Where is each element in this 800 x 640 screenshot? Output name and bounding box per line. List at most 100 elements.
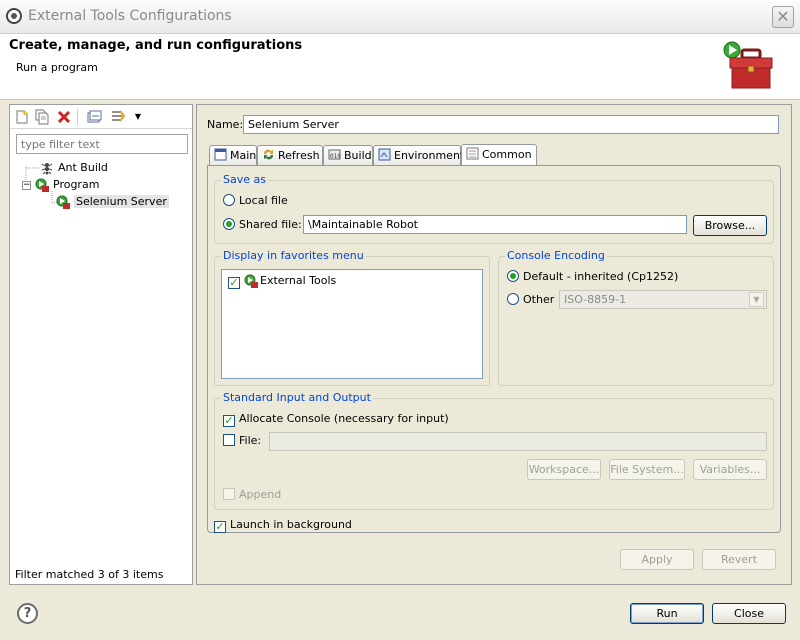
header-title: Create, manage, and run configurations xyxy=(9,38,303,53)
launch-background-label: Launch in background xyxy=(230,518,352,531)
tab-environment[interactable]: Environment xyxy=(373,145,465,165)
other-encoding-radio-indicator[interactable] xyxy=(507,293,519,305)
tab-label: Common xyxy=(482,148,532,161)
favorite-checkbox[interactable]: ✓ xyxy=(228,277,240,289)
shared-file-label: Shared file: xyxy=(239,218,302,231)
favorite-external-tools[interactable]: ✓ External Tools xyxy=(228,274,336,289)
allocate-console-checkbox[interactable]: ✓ Allocate Console (necessary for input) xyxy=(223,412,449,427)
favorites-list: ✓ External Tools xyxy=(221,269,483,379)
launch-background-check-indicator[interactable]: ✓ xyxy=(214,521,226,533)
default-encoding-label: Default - inherited (Cp1252) xyxy=(523,270,679,283)
configuration-list-pane: ▼ Ant Build − Program Selenium Server Fi… xyxy=(9,104,193,585)
allocate-console-label: Allocate Console (necessary for input) xyxy=(239,412,449,425)
local-file-radio[interactable]: Local file xyxy=(223,194,288,207)
variables-button[interactable]: Variables... xyxy=(693,459,767,480)
standard-io-group: Standard Input and Output ✓ Allocate Cons… xyxy=(214,391,774,510)
external-tools-icon xyxy=(244,274,258,288)
common-icon xyxy=(466,147,479,160)
tree-item-label: Ant Build xyxy=(58,161,108,174)
close-button[interactable]: Close xyxy=(712,603,786,624)
tree-item-label: Program xyxy=(53,178,100,191)
allocate-console-check-indicator[interactable]: ✓ xyxy=(223,415,235,427)
filter-input[interactable] xyxy=(16,134,188,154)
configuration-editor-pane: Name: Main Refresh 010Build Environment … xyxy=(196,104,792,585)
environment-icon xyxy=(378,148,391,161)
revert-button[interactable]: Revert xyxy=(702,549,776,570)
default-encoding-radio[interactable]: Default - inherited (Cp1252) xyxy=(507,270,678,283)
tree-item-ant-build[interactable]: Ant Build xyxy=(40,161,108,175)
append-label: Append xyxy=(239,488,282,501)
file-checkbox[interactable]: File: xyxy=(223,434,261,447)
console-encoding-title: Console Encoding xyxy=(505,249,607,262)
duplicate-icon[interactable] xyxy=(34,109,50,125)
tab-label: Refresh xyxy=(278,149,320,162)
tab-label: Environment xyxy=(394,149,465,162)
tab-refresh[interactable]: Refresh xyxy=(257,145,323,165)
console-encoding-group: Console Encoding Default - inherited (Cp… xyxy=(498,249,774,386)
name-input[interactable] xyxy=(243,115,779,134)
shared-file-input[interactable] xyxy=(303,215,687,234)
local-file-radio-indicator[interactable] xyxy=(223,194,235,206)
dropdown-arrow-icon[interactable]: ▼ xyxy=(130,109,146,125)
favorites-title: Display in favorites menu xyxy=(221,249,366,262)
tab-main[interactable]: Main xyxy=(209,145,257,165)
file-input[interactable] xyxy=(269,432,767,451)
tab-label: Build xyxy=(344,149,372,162)
dialog-header: Create, manage, and run configurations R… xyxy=(0,34,800,100)
local-file-label: Local file xyxy=(239,194,288,207)
apply-button[interactable]: Apply xyxy=(620,549,694,570)
other-encoding-select[interactable]: ISO-8859-1 ▼ xyxy=(559,290,767,309)
filter-status: Filter matched 3 of 3 items xyxy=(15,568,164,581)
append-checkbox[interactable]: Append xyxy=(223,488,281,501)
file-check-indicator[interactable] xyxy=(223,434,235,446)
tree-item-program[interactable]: − Program xyxy=(22,178,99,192)
toolbox-icon xyxy=(723,41,773,89)
chevron-down-icon[interactable]: ▼ xyxy=(749,292,764,307)
filter-icon[interactable] xyxy=(110,109,126,125)
tab-label: Main xyxy=(230,149,257,162)
save-as-title: Save as xyxy=(221,173,268,186)
favorite-label: External Tools xyxy=(260,274,337,287)
shared-file-radio[interactable]: Shared file: xyxy=(223,218,302,231)
launch-background-checkbox[interactable]: ✓ Launch in background xyxy=(214,518,352,533)
configuration-toolbar: ▼ xyxy=(10,105,192,129)
program-icon xyxy=(35,178,49,192)
window-close-button[interactable]: ✕ xyxy=(772,6,794,28)
shared-file-radio-indicator[interactable] xyxy=(223,218,235,230)
title-bar: External Tools Configurations ✕ xyxy=(0,0,800,34)
append-check-indicator[interactable] xyxy=(223,488,235,500)
default-encoding-radio-indicator[interactable] xyxy=(507,270,519,282)
tab-bar: Main Refresh 010 Build Environment Common xyxy=(209,144,781,166)
tab-build[interactable]: 010 Build xyxy=(323,145,373,165)
tab-common[interactable]: Common xyxy=(461,144,537,166)
workspace-button[interactable]: Workspace... xyxy=(527,459,601,480)
other-encoding-label: Other xyxy=(523,293,555,306)
svg-text:010: 010 xyxy=(330,153,341,160)
other-encoding-value: ISO-8859-1 xyxy=(564,293,627,306)
file-system-button[interactable]: File System... xyxy=(609,459,685,480)
run-button[interactable]: Run xyxy=(630,603,704,624)
file-label: File: xyxy=(239,434,262,447)
browse-button[interactable]: Browse... xyxy=(693,215,767,236)
tree-item-label: Selenium Server xyxy=(74,195,169,208)
other-encoding-radio[interactable]: Other xyxy=(507,293,554,306)
eclipse-app-icon xyxy=(6,8,22,24)
common-tab-panel: Save as Local file Shared file: Browse..… xyxy=(207,165,781,533)
main-tab-icon xyxy=(214,148,227,161)
window-title: External Tools Configurations xyxy=(28,8,232,24)
header-subtitle: Run a program xyxy=(16,61,98,74)
help-icon[interactable]: ? xyxy=(17,603,38,624)
delete-icon[interactable] xyxy=(56,109,72,125)
name-label: Name: xyxy=(207,118,244,131)
favorites-group: Display in favorites menu ✓ External Too… xyxy=(214,249,490,386)
standard-io-title: Standard Input and Output xyxy=(221,391,373,404)
new-config-icon[interactable] xyxy=(14,109,30,125)
tree-item-selenium-server[interactable]: Selenium Server xyxy=(56,195,169,209)
toolbar-separator xyxy=(77,109,78,125)
refresh-icon xyxy=(263,149,274,160)
collapse-all-icon[interactable] xyxy=(86,109,102,125)
ant-icon xyxy=(41,163,53,175)
save-as-group: Save as Local file Shared file: Browse..… xyxy=(214,173,774,244)
collapse-toggle-icon[interactable]: − xyxy=(22,180,31,190)
build-icon: 010 xyxy=(328,149,341,160)
